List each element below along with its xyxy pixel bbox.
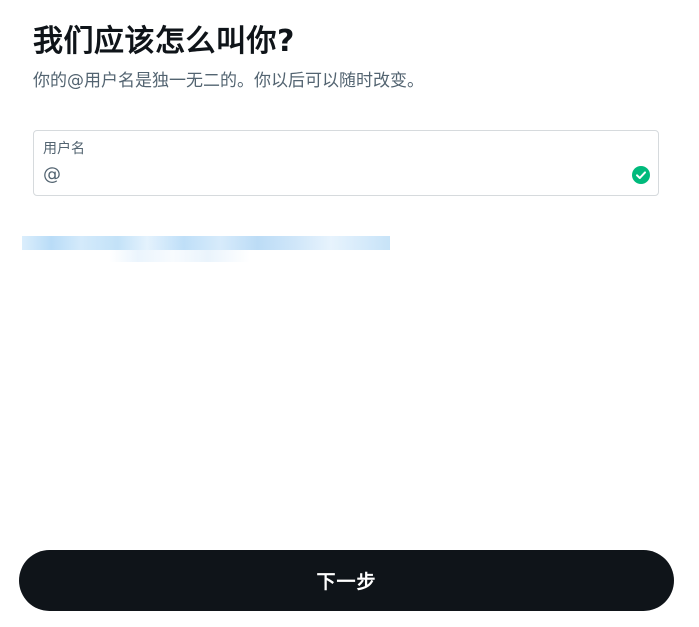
suggestion-links-blurred[interactable] [22,236,390,250]
username-suggestions[interactable] [22,236,390,264]
next-button[interactable]: 下一步 [19,550,674,611]
at-prefix: @ [43,164,61,185]
username-field[interactable]: 用户名 @ [33,130,659,196]
username-field-label: 用户名 [43,141,85,157]
page-subtitle: 你的@用户名是独一无二的。你以后可以随时改变。 [33,71,424,91]
username-input[interactable] [68,163,608,187]
page-title: 我们应该怎么叫你? [33,24,295,59]
check-circle-icon [632,166,650,184]
suggestion-shadow-blurred [110,250,250,262]
